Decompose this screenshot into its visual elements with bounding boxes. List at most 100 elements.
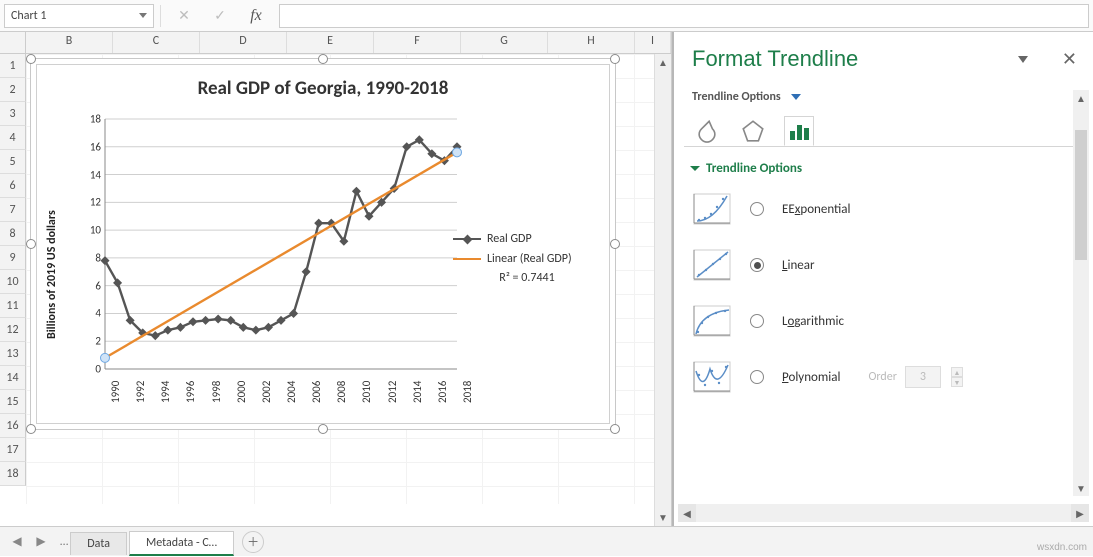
col-header[interactable]: C [113, 32, 200, 53]
order-label: Order [868, 370, 896, 384]
radio-linear[interactable] [750, 258, 764, 272]
name-box[interactable]: Chart 1 [4, 4, 154, 28]
sheet-tab-data[interactable]: Data [70, 532, 127, 555]
row-header[interactable]: 7 [0, 198, 26, 222]
row-header[interactable]: 14 [0, 366, 26, 390]
col-header[interactable]: G [461, 32, 548, 53]
sheet-vertical-scrollbar[interactable]: ▲ ▼ [654, 54, 671, 526]
col-header[interactable]: F [374, 32, 461, 53]
tab-effects[interactable] [738, 116, 768, 146]
option-polynomial[interactable]: Polynomial Order 3 ▲▼ [692, 360, 1075, 394]
resize-handle[interactable] [610, 54, 620, 64]
option-logarithmic[interactable]: Logarithmic [692, 304, 1075, 338]
row-header[interactable]: 15 [0, 390, 26, 414]
y-tick-label: 18 [90, 113, 105, 126]
col-header[interactable]: I [635, 32, 671, 53]
row-header[interactable]: 17 [0, 438, 26, 462]
chart-title[interactable]: Real GDP of Georgia, 1990-2018 [31, 77, 615, 100]
scroll-down-icon[interactable]: ▼ [1073, 480, 1089, 496]
resize-handle[interactable] [610, 239, 620, 249]
y-tick-label: 6 [95, 279, 105, 292]
radio-logarithmic[interactable] [750, 314, 764, 328]
task-pane-subheading[interactable]: Trendline Options [674, 80, 1093, 110]
spinner-up-icon: ▲ [951, 367, 963, 377]
order-spinner: 3 [905, 366, 941, 388]
row-header[interactable]: 2 [0, 78, 26, 102]
y-tick-label: 10 [90, 224, 105, 237]
legend-label-series: Real GDP [487, 232, 532, 246]
radio-polynomial[interactable] [750, 370, 764, 384]
sheet-tab-bar: ◀ ▶ … Data Metadata - C… ＋ [0, 526, 1093, 556]
formula-bar: Chart 1 ✕ ✓ fx [0, 0, 1093, 32]
row-header[interactable]: 11 [0, 294, 26, 318]
col-header[interactable]: E [287, 32, 374, 53]
chevron-down-icon[interactable] [139, 13, 147, 18]
col-header[interactable]: H [548, 32, 635, 53]
row-header[interactable]: 3 [0, 102, 26, 126]
row-header[interactable]: 4 [0, 126, 26, 150]
close-icon[interactable]: ✕ [1062, 48, 1077, 70]
row-header[interactable]: 18 [0, 462, 26, 486]
row-header[interactable]: 6 [0, 174, 26, 198]
x-tick-label: 2014 [411, 381, 424, 403]
row-header[interactable]: 13 [0, 342, 26, 366]
resize-handle[interactable] [318, 424, 328, 434]
resize-handle[interactable] [610, 424, 620, 434]
scroll-up-icon[interactable]: ▲ [655, 54, 671, 71]
x-tick-label: 1992 [134, 381, 147, 403]
col-header[interactable]: B [26, 32, 113, 53]
scroll-left-icon[interactable]: ◀ [678, 504, 696, 522]
add-sheet-button[interactable]: ＋ [242, 531, 264, 553]
scroll-up-icon[interactable]: ▲ [1073, 90, 1089, 106]
plot-area[interactable]: 1990199219941996199820002002200420062008… [105, 119, 457, 369]
tab-overflow-icon[interactable]: … [60, 535, 68, 549]
pane-vertical-scrollbar[interactable]: ▲ ▼ [1073, 90, 1089, 496]
option-label: EExponentialExponential [782, 202, 851, 217]
option-exponential[interactable]: EExponentialExponential [692, 192, 1075, 226]
col-header[interactable]: D [200, 32, 287, 53]
resize-handle[interactable] [26, 54, 36, 64]
y-tick-label: 4 [95, 307, 105, 320]
tab-nav-next[interactable]: ▶ [30, 531, 52, 553]
x-tick-label: 2016 [436, 381, 449, 403]
option-linear[interactable]: Linear [692, 248, 1075, 282]
option-label: Logarithmic [782, 314, 844, 329]
scroll-right-icon[interactable]: ▶ [1071, 504, 1089, 522]
option-label: Linear [782, 258, 815, 273]
polynomial-order-control: Order 3 ▲▼ [868, 366, 962, 388]
row-header[interactable]: 10 [0, 270, 26, 294]
scroll-down-icon[interactable]: ▼ [655, 509, 671, 526]
insert-function-button[interactable]: fx [239, 4, 273, 28]
radio-exponential[interactable] [750, 202, 764, 216]
scrollbar-thumb[interactable] [1075, 130, 1087, 260]
tab-nav-prev[interactable]: ◀ [6, 531, 28, 553]
sheet-tab-metadata[interactable]: Metadata - C… [129, 531, 234, 556]
cells-canvas[interactable]: Real GDP of Georgia, 1990-2018 Billions … [26, 54, 671, 504]
worksheet-grid[interactable]: B C D E F G H I 1 2 3 4 5 6 7 8 9 10 11 … [0, 32, 672, 526]
row-header[interactable]: 12 [0, 318, 26, 342]
resize-handle[interactable] [26, 424, 36, 434]
y-tick-label: 14 [90, 168, 105, 181]
chart-svg [105, 119, 457, 369]
resize-handle[interactable] [318, 54, 328, 64]
row-header[interactable]: 16 [0, 414, 26, 438]
row-header[interactable]: 9 [0, 246, 26, 270]
row-header[interactable]: 5 [0, 150, 26, 174]
trendline-options-heading[interactable]: Trendline Options [674, 147, 1093, 182]
formula-input[interactable] [279, 4, 1089, 28]
resize-handle[interactable] [26, 239, 36, 249]
trendline-options-list: EExponentialExponential Linear Logarithm… [674, 182, 1093, 414]
select-all-corner[interactable] [0, 32, 26, 53]
tab-trendline-options[interactable] [784, 116, 814, 146]
x-tick-label: 2018 [461, 381, 474, 403]
chart-legend[interactable]: Real GDP Linear (Real GDP) R² = 0.7441 [453, 229, 601, 285]
pane-horizontal-scrollbar[interactable]: ◀ ▶ [678, 504, 1089, 522]
row-header[interactable]: 8 [0, 222, 26, 246]
formula-cancel-button: ✕ [167, 4, 201, 28]
task-pane-menu-icon[interactable] [1018, 56, 1028, 63]
embedded-chart[interactable]: Real GDP of Georgia, 1990-2018 Billions … [30, 58, 616, 430]
row-header[interactable]: 1 [0, 54, 26, 78]
y-axis-label[interactable]: Billions of 2019 US dollars [45, 210, 59, 339]
tab-fill-line[interactable] [692, 116, 722, 146]
legend-label-trendline: Linear (Real GDP) [487, 252, 572, 266]
